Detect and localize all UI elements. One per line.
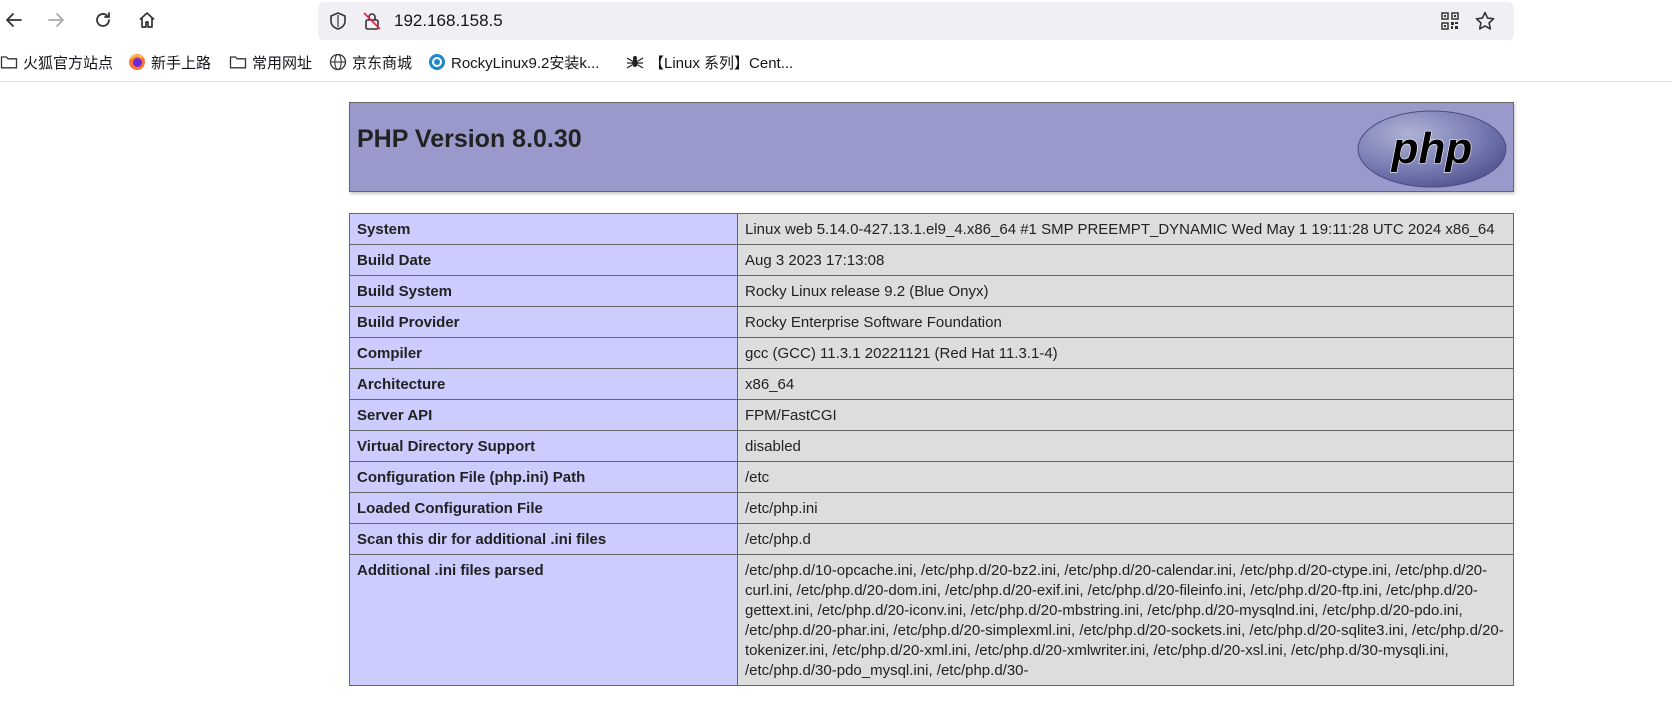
php-logo-text: php: [1391, 124, 1473, 173]
table-row: Compiler gcc (GCC) 11.3.1 20221121 (Red H…: [349, 337, 1514, 369]
row-key: Scan this dir for additional .ini files: [349, 523, 738, 555]
phpinfo-table: System Linux web 5.14.0-427.13.1.el9_4.x8…: [349, 213, 1514, 686]
row-value: Aug 3 2023 17:13:08: [737, 244, 1514, 276]
address-bar[interactable]: 192.168.158.5: [318, 2, 1514, 40]
row-value: gcc (GCC) 11.3.1 20221121 (Red Hat 11.3.…: [737, 337, 1514, 369]
row-value: /etc/php.ini: [737, 492, 1514, 524]
row-key: Architecture: [349, 368, 738, 400]
insecure-lock-icon[interactable]: [362, 11, 382, 31]
row-value: Linux web 5.14.0-427.13.1.el9_4.x86_64 #…: [737, 213, 1514, 245]
table-row: Virtual Directory Support disabled: [349, 430, 1514, 462]
back-arrow-icon: [6, 13, 22, 27]
row-key: Build System: [349, 275, 738, 307]
spider-icon: [626, 53, 644, 71]
table-row: Architecture x86_64: [349, 368, 1514, 400]
table-row: Additional .ini files parsed/etc/php.d/1…: [349, 554, 1514, 686]
table-row: Build System Rocky Linux release 9.2 (Blu…: [349, 275, 1514, 307]
bookmark-item[interactable]: 火狐官方站点: [0, 52, 113, 72]
row-key: Compiler: [349, 337, 738, 369]
folder-icon: [229, 53, 247, 71]
php-logo-icon[interactable]: php: [1356, 109, 1508, 189]
shield-icon[interactable]: [328, 11, 348, 31]
row-key: Server API: [349, 399, 738, 431]
url-text[interactable]: 192.168.158.5: [394, 11, 503, 31]
phpinfo-header: PHP Version 8.0.30 php: [349, 102, 1514, 192]
row-value: /etc/php.d/10-opcache.ini, /etc/php.d/20…: [737, 554, 1514, 686]
row-key: Configuration File (php.ini) Path: [349, 461, 738, 493]
browser-toolbar: 192.168.158.5: [0, 0, 1672, 41]
page-content: PHP Version 8.0.30 php System Linux web 5…: [0, 82, 1672, 703]
row-key: Additional .ini files parsed: [349, 554, 738, 686]
reload-icon: [96, 12, 110, 27]
bookmark-item[interactable]: 新手上路: [128, 52, 211, 72]
reload-button[interactable]: [89, 6, 117, 34]
bookmark-item[interactable]: 常用网址: [229, 52, 312, 72]
bookmark-label: 【Linux 系列】Cent...: [649, 54, 794, 72]
bookmarks-toolbar: 火狐官方站点 新手上路 常用网址 京东商城 RockyLinux9.2安装k..…: [0, 41, 1672, 82]
bookmark-item[interactable]: 京东商城: [329, 52, 412, 72]
forward-button[interactable]: [42, 6, 70, 34]
table-row: System Linux web 5.14.0-427.13.1.el9_4.x8…: [349, 213, 1514, 245]
table-row: Build Provider Rocky Enterprise Software …: [349, 306, 1514, 338]
site-icon: [428, 53, 446, 71]
row-value: /etc/php.d: [737, 523, 1514, 555]
qr-code-icon[interactable]: [1440, 11, 1460, 31]
forward-arrow-icon: [48, 13, 64, 27]
row-value: disabled: [737, 430, 1514, 462]
bookmark-star-icon[interactable]: [1474, 10, 1496, 32]
row-key: Build Provider: [349, 306, 738, 338]
globe-icon: [329, 53, 347, 71]
bookmark-label: 京东商城: [352, 54, 413, 72]
table-row: Loaded Configuration File/etc/php.ini: [349, 492, 1514, 524]
bookmark-item[interactable]: 【Linux 系列】Cent...: [626, 52, 793, 72]
home-button[interactable]: [133, 6, 161, 34]
firefox-icon: [128, 53, 146, 71]
row-value: Rocky Linux release 9.2 (Blue Onyx): [737, 275, 1514, 307]
row-value: x86_64: [737, 368, 1514, 400]
row-key: Build Date: [349, 244, 738, 276]
table-row: Server API FPM/FastCGI: [349, 399, 1514, 431]
row-value: /etc: [737, 461, 1514, 493]
home-icon: [139, 12, 155, 28]
table-row: Configuration File (php.ini) Path/etc: [349, 461, 1514, 493]
row-key: Loaded Configuration File: [349, 492, 738, 524]
bookmark-item[interactable]: RockyLinux9.2安装k...: [428, 52, 599, 72]
back-button[interactable]: [0, 6, 28, 34]
bookmark-label: RockyLinux9.2安装k...: [451, 54, 600, 72]
row-value: FPM/FastCGI: [737, 399, 1514, 431]
row-key: Virtual Directory Support: [349, 430, 738, 462]
bookmark-label: 常用网址: [252, 54, 313, 72]
page-title: PHP Version 8.0.30: [357, 125, 582, 153]
row-value: Rocky Enterprise Software Foundation: [737, 306, 1514, 338]
bookmark-label: 新手上路: [151, 54, 212, 72]
table-row: Scan this dir for additional .ini files /…: [349, 523, 1514, 555]
folder-icon: [0, 53, 18, 71]
table-row: Build Date Aug 3 2023 17:13:08: [349, 244, 1514, 276]
row-key: System: [349, 213, 738, 245]
bookmark-label: 火狐官方站点: [23, 54, 114, 72]
